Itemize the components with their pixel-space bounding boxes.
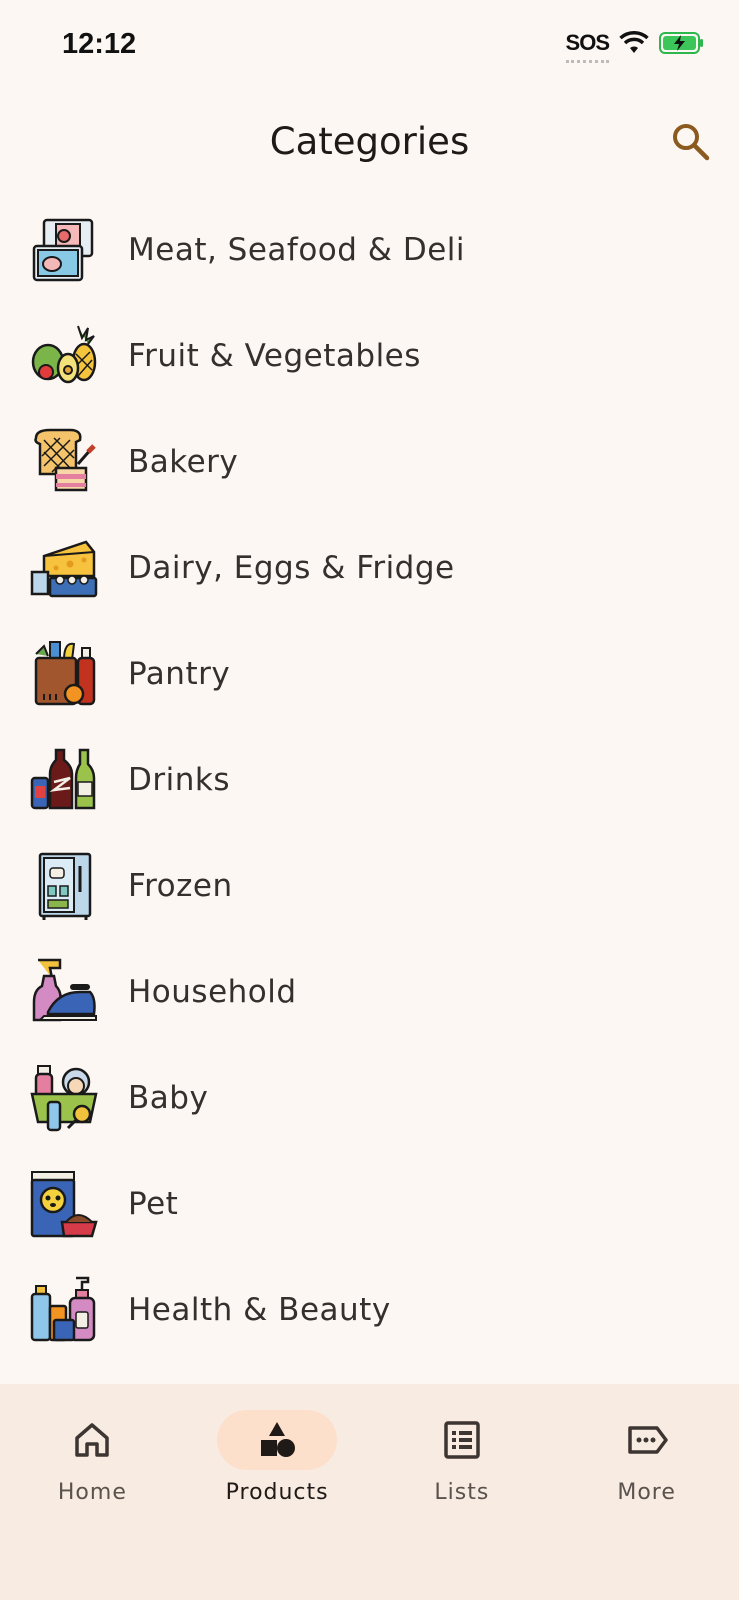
household-icon [32,958,97,1022]
sos-indicator: SOS [565,30,610,63]
page-title: Categories [269,120,470,163]
category-list: Meat, Seafood & Deli Fruit & Vegetables … [0,197,739,1363]
category-item-bakery[interactable]: Bakery [0,409,739,515]
nav-item-lists[interactable]: Lists [370,1384,555,1505]
category-label: Drinks [128,762,230,798]
nav-item-home[interactable]: Home [0,1384,185,1505]
list-icon [444,1421,480,1459]
meat-icon [32,218,94,282]
frozen-icon [38,852,92,920]
category-item-baby[interactable]: Baby [0,1045,739,1151]
drinks-icon [30,748,96,810]
pet-icon [30,1171,98,1238]
shapes-icon [261,1422,296,1457]
category-item-pet[interactable]: Pet [0,1151,739,1257]
nav-label: Lists [434,1480,490,1505]
baby-icon [30,1065,98,1132]
category-item-household[interactable]: Household [0,939,739,1045]
category-label: Dairy, Eggs & Fridge [128,550,455,586]
search-button[interactable] [669,120,713,164]
app-header: Categories [0,100,739,190]
pantry-icon [34,641,96,706]
status-bar: 12:12 SOS [0,0,739,90]
nav-label: More [617,1480,676,1505]
category-item-frozen[interactable]: Frozen [0,833,739,939]
category-item-pantry[interactable]: Pantry [0,621,739,727]
fruit-icon [31,325,97,384]
nav-label: Home [57,1480,127,1505]
category-item-meat[interactable]: Meat, Seafood & Deli [0,197,739,303]
category-item-dairy[interactable]: Dairy, Eggs & Fridge [0,515,739,621]
category-label: Household [128,974,297,1010]
search-icon [673,124,710,161]
wifi-icon [619,31,649,53]
category-label: Fruit & Vegetables [128,338,421,374]
home-icon [75,1423,110,1457]
nav-item-products[interactable]: Products [185,1384,370,1505]
status-time: 12:12 [62,28,137,60]
health-beauty-icon [30,1276,96,1342]
bakery-icon [34,428,96,492]
category-label: Pantry [128,656,231,692]
category-label: Meat, Seafood & Deli [128,232,465,268]
category-item-drinks[interactable]: Drinks [0,727,739,833]
category-label: Bakery [128,444,239,480]
nav-item-more[interactable]: More [554,1384,739,1505]
bottom-nav: Home Products Lists More [0,1384,739,1600]
category-label: Health & Beauty [128,1292,391,1328]
category-label: Frozen [128,868,233,904]
battery-icon [659,32,703,54]
tag-more-icon [627,1426,668,1454]
category-label: Pet [128,1186,179,1222]
nav-label: Products [225,1480,329,1505]
category-item-fruit[interactable]: Fruit & Vegetables [0,303,739,409]
category-label: Baby [128,1080,209,1116]
category-item-health-beauty[interactable]: Health & Beauty [0,1257,739,1363]
status-indicators: SOS [565,30,705,63]
dairy-icon [30,540,98,598]
